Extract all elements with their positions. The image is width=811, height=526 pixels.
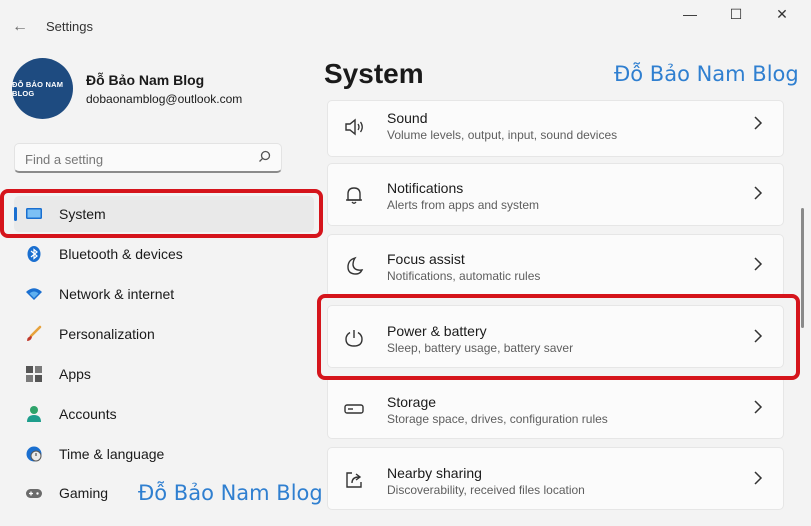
- close-button[interactable]: ✕: [760, 3, 804, 25]
- user-email: dobaonamblog@outlook.com: [86, 92, 243, 106]
- sidebar-item-label: Accounts: [59, 406, 117, 422]
- wifi-icon: [26, 288, 42, 300]
- avatar[interactable]: ĐỖ BẢO NAM BLOG: [12, 58, 73, 119]
- card-description: Storage space, drives, configuration rul…: [387, 412, 608, 426]
- chevron-right-icon: [754, 400, 763, 414]
- card-title: Notifications: [387, 180, 464, 196]
- chevron-right-icon: [754, 186, 763, 200]
- bell-icon: [346, 187, 362, 204]
- sidebar-item-time-language[interactable]: Time & language: [14, 436, 314, 472]
- search-icon[interactable]: [258, 150, 271, 163]
- sidebar-item-label: Time & language: [59, 446, 165, 462]
- card-description: Notifications, automatic rules: [387, 269, 541, 283]
- user-name: Đỗ Bảo Nam Blog: [86, 72, 205, 88]
- chevron-right-icon: [754, 257, 763, 271]
- card-focus-assist[interactable]: Focus assist Notifications, automatic ru…: [327, 234, 784, 297]
- card-storage[interactable]: Storage Storage space, drives, configura…: [327, 376, 784, 439]
- window-title: Settings: [46, 19, 93, 34]
- sidebar-item-bluetooth[interactable]: Bluetooth & devices: [14, 236, 314, 272]
- scrollbar-thumb[interactable]: [801, 208, 804, 328]
- speaker-icon: [345, 118, 363, 136]
- sidebar-item-label: Personalization: [59, 326, 155, 342]
- card-notifications[interactable]: Notifications Alerts from apps and syste…: [327, 163, 784, 226]
- card-nearby-sharing[interactable]: Nearby sharing Discoverability, received…: [327, 447, 784, 510]
- storage-drive-icon: [344, 404, 364, 414]
- minimize-button[interactable]: —: [668, 3, 712, 25]
- sidebar-item-network[interactable]: Network & internet: [14, 276, 314, 312]
- sidebar-item-label: Bluetooth & devices: [59, 246, 183, 262]
- card-description: Volume levels, output, input, sound devi…: [387, 128, 618, 142]
- sidebar-item-label: Gaming: [59, 485, 109, 501]
- sidebar-item-personalization[interactable]: Personalization: [14, 316, 314, 352]
- gamepad-icon: [26, 489, 42, 498]
- sidebar-item-label: Network & internet: [59, 286, 175, 302]
- brush-icon: [27, 325, 42, 341]
- search-box[interactable]: [14, 143, 282, 173]
- chevron-right-icon: [754, 116, 763, 130]
- page-title: System: [324, 58, 424, 89]
- sidebar-item-label: Apps: [59, 366, 91, 382]
- card-title: Storage: [387, 394, 437, 410]
- card-description: Discoverability, received files location: [387, 483, 585, 497]
- moon-icon: [347, 256, 364, 275]
- card-title: Nearby sharing: [387, 465, 482, 481]
- highlight-box-system: [0, 189, 323, 238]
- card-sound[interactable]: Sound Volume levels, output, input, soun…: [327, 100, 784, 157]
- person-icon: [27, 406, 41, 422]
- apps-icon: [26, 366, 42, 382]
- bluetooth-icon: [27, 246, 41, 262]
- maximize-button[interactable]: ☐: [714, 3, 758, 25]
- avatar-logo-text: ĐỖ BẢO NAM BLOG: [12, 79, 64, 98]
- sidebar-item-accounts[interactable]: Accounts: [14, 396, 314, 432]
- sidebar-item-apps[interactable]: Apps: [14, 356, 314, 392]
- back-button[interactable]: ←: [8, 16, 32, 38]
- search-input[interactable]: [23, 149, 252, 169]
- chevron-right-icon: [754, 471, 763, 485]
- globe-clock-icon: [26, 446, 42, 462]
- highlight-box-power-battery: [317, 294, 800, 380]
- share-icon: [346, 472, 362, 488]
- watermark-text: Đỗ Bảo Nam Blog: [138, 481, 323, 505]
- watermark-text: Đỗ Bảo Nam Blog: [614, 62, 799, 86]
- card-description: Alerts from apps and system: [387, 198, 540, 212]
- card-title: Focus assist: [387, 251, 465, 267]
- card-title: Sound: [387, 110, 428, 126]
